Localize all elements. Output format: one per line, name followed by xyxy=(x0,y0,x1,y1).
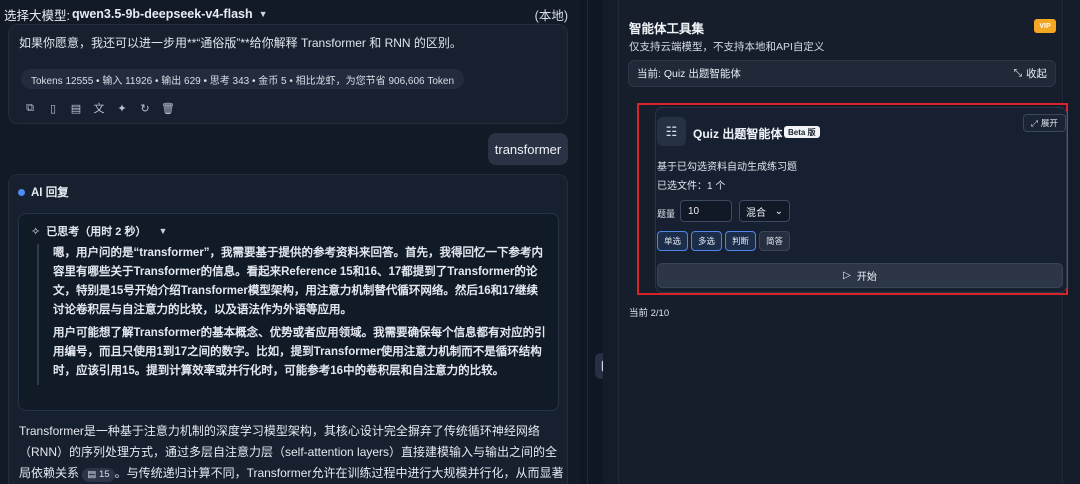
previous-ai-message: 如果你愿意，我还可以进一步用**“通俗版”**给你解释 Transformer … xyxy=(8,24,568,124)
chevron-down-icon: ⌄ xyxy=(774,205,783,217)
agent-sidebar: 智能体工具集 VIP 仅支持云端模型，不支持本地和API自定义 当前: Quiz… xyxy=(603,0,1080,484)
type-multiple-choice[interactable]: 多选 xyxy=(691,231,723,251)
pane-divider[interactable] xyxy=(587,0,588,484)
start-label: 开始 xyxy=(856,272,877,283)
quiz-description: 基于已勾选资料自动生成练习题 xyxy=(657,162,797,173)
type-short-answer[interactable]: 简答 xyxy=(759,231,791,251)
quiz-progress: 当前 2/10 xyxy=(629,308,670,319)
highlight-frame: ☷ Quiz 出题智能体 Beta 版 ⤢ 展开 基于已勾选资料自动生成练习题 … xyxy=(637,103,1068,295)
split-icon[interactable]: ▯ xyxy=(46,101,60,115)
collapse-icon: ⤡ xyxy=(1013,67,1022,79)
question-count-input[interactable]: 10 xyxy=(680,200,732,222)
ai-reply-card: AI 回复 ✧ 已思考（用时 2 秒） ▼ 嗯，用户问的是“transforme… xyxy=(8,174,568,484)
translate-icon[interactable]: 文 xyxy=(92,101,106,115)
trash-icon[interactable]: 🗑 xyxy=(161,101,175,115)
collapse-button[interactable]: ⤡ 收起 xyxy=(1014,66,1047,81)
sparkle-icon[interactable]: ✦ xyxy=(115,101,129,115)
question-count-label: 题量 xyxy=(657,209,676,219)
copy-icon[interactable]: ⧉ xyxy=(23,101,37,115)
local-badge: (本地) xyxy=(534,8,568,23)
checklist-icon: ☷ xyxy=(657,117,686,146)
mode-value: 混合 xyxy=(746,207,766,219)
thinking-content: 嗯，用户问的是“transformer”，我需要基于提供的参考资料来回答。首先，… xyxy=(37,244,547,385)
ai-answer-text: Transformer是一种基于注意力机制的深度学习模型架构，其核心设计完全摒弃… xyxy=(19,421,564,484)
question-type-group: 单选 多选 判断 简答 xyxy=(657,231,791,251)
citation-badge[interactable]: ▤ 15 xyxy=(82,468,115,482)
question-mode-select[interactable]: 混合 ⌄ xyxy=(739,200,790,222)
collapse-label: 收起 xyxy=(1026,68,1047,80)
message-text: 如果你愿意，我还可以进一步用**“通俗版”**给你解释 Transformer … xyxy=(19,36,462,50)
quiz-title: Quiz 出题智能体 xyxy=(693,127,783,141)
panel-title: 智能体工具集 xyxy=(629,22,705,36)
refresh-icon[interactable]: ↻ xyxy=(138,101,152,115)
expand-button[interactable]: ⤢ 展开 xyxy=(1023,114,1066,132)
model-name[interactable]: qwen3.5-9b-deepseek-v4-flash xyxy=(72,7,253,21)
current-agent-label: 当前: Quiz 出题智能体 xyxy=(637,68,741,80)
user-message: transformer xyxy=(488,133,568,165)
chevron-down-icon[interactable]: ▼ xyxy=(158,226,167,236)
citation-number: 15 xyxy=(98,469,110,480)
chevron-down-icon[interactable]: ▼ xyxy=(259,9,268,19)
start-button[interactable]: ▷ 开始 xyxy=(657,263,1063,288)
quiz-agent-card: ☷ Quiz 出题智能体 Beta 版 ⤢ 展开 基于已勾选资料自动生成练习题 … xyxy=(655,107,1067,293)
token-stats-badge: Tokens 12555 • 输入 11926 • 输出 629 • 思考 34… xyxy=(21,69,465,89)
ai-status-dot-icon xyxy=(18,188,25,196)
thinking-title: 已思考（用时 2 秒） xyxy=(46,226,147,238)
thinking-block: ✧ 已思考（用时 2 秒） ▼ 嗯，用户问的是“transformer”，我需要… xyxy=(18,213,559,411)
vip-badge: VIP xyxy=(1034,19,1056,33)
expand-label: 展开 xyxy=(1040,118,1058,128)
thinking-toggle[interactable]: ✧ 已思考（用时 2 秒） ▼ xyxy=(31,223,167,239)
type-single-choice[interactable]: 单选 xyxy=(657,231,689,251)
thinking-paragraph: 用户可能想了解Transformer的基本概念、优势或者应用领域。我需要确保每个… xyxy=(53,327,546,377)
doc-icon[interactable]: ▤ xyxy=(69,101,83,115)
panel-subtitle: 仅支持云端模型，不支持本地和API自定义 xyxy=(629,41,825,53)
beta-badge: Beta 版 xyxy=(784,126,820,138)
ai-reply-header: AI 回复 xyxy=(18,184,69,200)
type-true-false[interactable]: 判断 xyxy=(725,231,757,251)
expand-icon: ⤢ xyxy=(1031,117,1038,128)
selected-files-count: 已选文件：1 个 xyxy=(657,181,726,192)
message-actions: ⧉ ▯ ▤ 文 ✦ ↻ 🗑 xyxy=(23,101,175,116)
play-icon: ▷ xyxy=(843,270,851,281)
model-selector-label: 选择大模型: xyxy=(4,8,70,23)
current-agent-bar[interactable]: 当前: Quiz 出题智能体 ⤡ 收起 xyxy=(628,60,1056,87)
thinking-paragraph: 嗯，用户问的是“transformer”，我需要基于提供的参考资料来回答。首先，… xyxy=(53,247,544,316)
chat-pane: 选择大模型: qwen3.5-9b-deepseek-v4-flash ▼ (本… xyxy=(0,0,580,484)
agent-toolset-panel: 智能体工具集 VIP 仅支持云端模型，不支持本地和API自定义 当前: Quiz… xyxy=(618,0,1068,484)
sparkle-icon: ✧ xyxy=(31,225,41,238)
ai-reply-label: AI 回复 xyxy=(31,187,69,199)
